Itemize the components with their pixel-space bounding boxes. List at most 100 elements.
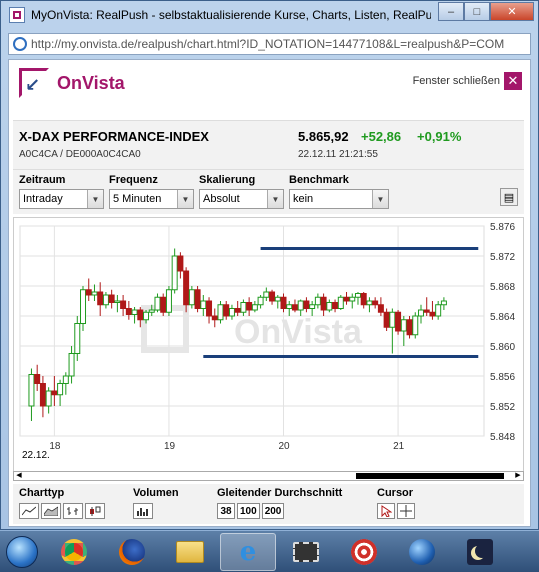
- ma-100-button[interactable]: 100: [237, 503, 260, 519]
- candle-body: [114, 300, 121, 303]
- firefox-icon[interactable]: [104, 533, 160, 571]
- skalierung-select[interactable]: Absolut ▼: [199, 189, 284, 209]
- instrument-name: X-DAX PERFORMANCE-INDEX: [19, 129, 209, 144]
- y-tick-label: 5.868: [490, 282, 515, 293]
- moon-app-icon[interactable]: [452, 533, 508, 571]
- candle-body: [326, 302, 333, 311]
- cursor-label: Cursor: [377, 487, 414, 499]
- candle-body: [251, 304, 258, 311]
- x-tick-label: 21: [393, 441, 405, 452]
- maximize-button[interactable]: □: [464, 2, 490, 21]
- candle-body: [51, 390, 58, 396]
- candle-body: [412, 315, 419, 336]
- windows-start-icon[interactable]: [0, 532, 44, 572]
- candle-body: [337, 296, 344, 309]
- candle-body: [234, 308, 241, 313]
- instrument-ids: A0C4CA / DE000A0C4CA0: [19, 149, 141, 160]
- mountain-chart-icon[interactable]: [41, 503, 61, 519]
- last-price: 5.865,92: [298, 129, 349, 144]
- ie-page-icon: [13, 37, 27, 51]
- chevron-down-icon[interactable]: ▼: [177, 190, 193, 208]
- candle-body: [177, 255, 184, 272]
- wkn: A0C4CA: [19, 149, 58, 160]
- chrome-icon[interactable]: [46, 533, 102, 571]
- candle-body: [57, 383, 64, 396]
- frequenz-label: Frequenz: [109, 174, 158, 186]
- chart-scrollbar[interactable]: ◀ ▶: [13, 471, 524, 481]
- close-popup-link[interactable]: Fenster schließen ✕: [413, 72, 522, 90]
- zeitraum-control: Zeitraum Intraday ▼: [19, 174, 104, 209]
- url-text[interactable]: http://my.onvista.de/realpush/chart.html…: [31, 37, 526, 51]
- crosshair-icon[interactable]: [397, 503, 415, 519]
- logo-text: OnVista: [57, 72, 125, 93]
- chevron-down-icon[interactable]: ▼: [372, 190, 388, 208]
- x-tick-label: 18: [49, 441, 61, 452]
- y-tick-label: 5.860: [490, 342, 515, 353]
- watermark-text: OnVista: [234, 313, 363, 351]
- chart-tools: Charttyp Volumen Gleitender Durchschnitt…: [13, 484, 524, 524]
- candle-chart-icon[interactable]: [85, 503, 105, 519]
- candle-body: [309, 304, 316, 309]
- chevron-down-icon[interactable]: ▼: [87, 190, 103, 208]
- candle-body: [108, 294, 115, 303]
- internet-explorer-icon[interactable]: e: [220, 532, 276, 571]
- candlestick-chart[interactable]: 5.876 5.872 5.868 5.864 5.860 5.856 5.852 5.848…: [14, 218, 523, 474]
- candle-body: [102, 294, 109, 306]
- ma-38-button[interactable]: 38: [217, 503, 235, 519]
- window-title: MyOnVista: RealPush - selbstaktualisiere…: [31, 8, 431, 22]
- address-bar[interactable]: http://my.onvista.de/realpush/chart.html…: [8, 33, 531, 55]
- candle-body: [188, 289, 195, 306]
- y-tick-label: 5.876: [490, 222, 515, 233]
- scroll-left-icon[interactable]: ◀: [14, 472, 24, 480]
- candle-body: [400, 319, 407, 332]
- ohlc-chart-icon[interactable]: [63, 503, 83, 519]
- candle-body: [280, 296, 287, 309]
- frequenz-control: Frequenz 5 Minuten ▼: [109, 174, 194, 209]
- candle-body: [217, 304, 224, 321]
- arrow-cursor-icon[interactable]: [377, 503, 395, 519]
- candle-body: [80, 289, 87, 324]
- line-chart-icon[interactable]: [19, 503, 39, 519]
- skalierung-control: Skalierung Absolut ▼: [199, 174, 284, 209]
- benchmark-select[interactable]: kein ▼: [289, 189, 389, 209]
- candle-body: [303, 300, 310, 309]
- minimize-button[interactable]: –: [438, 2, 464, 21]
- volumen-label: Volumen: [133, 487, 179, 499]
- candle-body: [372, 300, 379, 306]
- print-icon[interactable]: ▤: [500, 188, 518, 206]
- charttyp-label: Charttyp: [19, 487, 65, 499]
- candle-body: [206, 300, 213, 317]
- chevron-down-icon[interactable]: ▼: [267, 190, 283, 208]
- skalierung-label: Skalierung: [199, 174, 256, 186]
- x-tick-label: 19: [164, 441, 176, 452]
- ma-200-button[interactable]: 200: [261, 503, 285, 519]
- volume-bars-icon[interactable]: [133, 503, 153, 519]
- film-icon[interactable]: [278, 533, 334, 571]
- candle-body: [291, 304, 298, 311]
- candle-body: [366, 300, 373, 306]
- candle-body: [154, 296, 161, 311]
- scroll-right-icon[interactable]: ▶: [513, 472, 523, 480]
- candle-body: [97, 291, 104, 306]
- zeitraum-label: Zeitraum: [19, 174, 66, 186]
- onvista-favicon-icon: [9, 7, 25, 23]
- close-window-button[interactable]: ✕: [490, 2, 534, 21]
- close-icon[interactable]: ✕: [504, 72, 522, 90]
- radar-app-icon[interactable]: [336, 533, 392, 571]
- frequenz-select[interactable]: 5 Minuten ▼: [109, 189, 194, 209]
- google-earth-icon[interactable]: [394, 533, 450, 571]
- chart-area[interactable]: 5.876 5.872 5.868 5.864 5.860 5.856 5.852 5.848…: [13, 217, 524, 475]
- x-tick-label: 20: [279, 441, 291, 452]
- explorer-folder-icon[interactable]: [162, 533, 218, 571]
- candle-body: [349, 296, 356, 302]
- volumen-group: Volumen: [133, 487, 179, 519]
- benchmark-control: Benchmark kein ▼: [289, 174, 389, 209]
- onvista-logo: ↙ OnVista: [19, 68, 125, 98]
- candle-body: [389, 311, 396, 328]
- scroll-thumb[interactable]: [356, 473, 504, 479]
- benchmark-value: kein: [293, 193, 314, 205]
- candle-body: [165, 289, 172, 313]
- zeitraum-select[interactable]: Intraday ▼: [19, 189, 104, 209]
- close-popup-label[interactable]: Fenster schließen: [413, 75, 500, 87]
- candle-body: [246, 302, 253, 311]
